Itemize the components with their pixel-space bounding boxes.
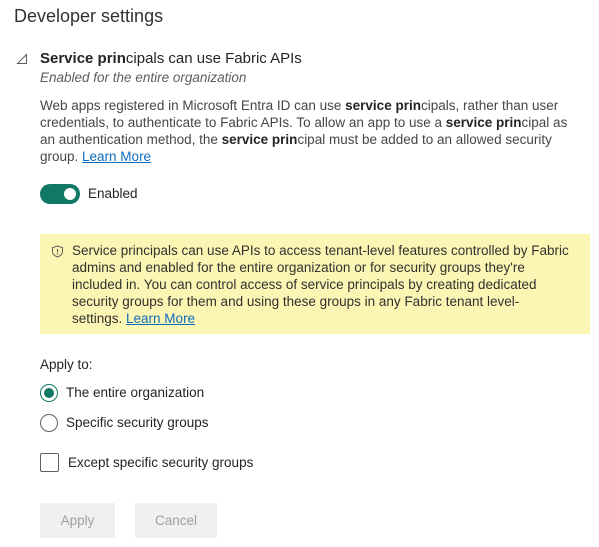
setting-description: Web apps registered in Microsoft Entra I… xyxy=(40,97,580,165)
setting-title-bold: Service prin xyxy=(40,50,126,67)
description-bold: service prin xyxy=(445,115,522,130)
description-text: cipal as xyxy=(521,115,568,130)
setting-title-rest: cipals can use Fabric APIs xyxy=(125,50,302,67)
description-text: cipal must be added to an allowed securi… xyxy=(297,132,552,147)
radio-entire-organization[interactable] xyxy=(40,384,58,402)
description-text: cipals, rather than user xyxy=(420,98,559,113)
description-text: Web apps registered in Microsoft Entra I… xyxy=(40,98,346,113)
section-title: Developer settings xyxy=(14,6,164,26)
warning-banner: Service principals can use APIs to acces… xyxy=(40,234,590,334)
toggle-knob xyxy=(64,188,76,200)
description-bold: service prin xyxy=(221,132,298,147)
description-line-2: credentials, to authenticate to Fabric A… xyxy=(40,114,580,131)
radio-selected-dot xyxy=(44,388,54,398)
warning-line: Service principals can use APIs to acces… xyxy=(72,243,569,258)
cancel-button[interactable]: Cancel xyxy=(135,503,217,538)
warning-line: security groups for them and using these… xyxy=(72,294,520,309)
description-text: credentials, to authenticate to Fabric A… xyxy=(40,115,446,130)
description-line-3: an authentication method, the service pr… xyxy=(40,131,580,148)
description-text: group. xyxy=(40,149,83,164)
warning-line: included in. You can control access of s… xyxy=(72,277,537,292)
collapse-triangle-icon[interactable] xyxy=(16,53,28,65)
warning-line-last: settings. Learn More xyxy=(72,310,584,327)
setting-title: Service principals can use Fabric APIs xyxy=(40,50,302,67)
description-text: an authentication method, the xyxy=(40,132,222,147)
description-bold: service prin xyxy=(345,98,421,113)
developer-settings-panel: Developer settings Service principals ca… xyxy=(0,0,599,547)
toggle-label: Enabled xyxy=(88,186,138,201)
apply-button[interactable]: Apply xyxy=(40,503,115,538)
setting-subtitle: Enabled for the entire organization xyxy=(40,70,247,85)
radio-label-specific-security-groups[interactable]: Specific security groups xyxy=(66,415,209,430)
learn-more-link[interactable]: Learn More xyxy=(82,149,151,164)
shield-icon xyxy=(52,245,63,258)
warning-text: Service principals can use APIs to acces… xyxy=(72,242,584,327)
radio-specific-security-groups[interactable] xyxy=(40,414,58,432)
radio-label-entire-organization[interactable]: The entire organization xyxy=(66,385,204,400)
warning-learn-more-link[interactable]: Learn More xyxy=(126,311,195,326)
description-line-4: group. Learn More xyxy=(40,148,580,165)
enabled-toggle[interactable] xyxy=(40,184,80,204)
apply-to-label: Apply to: xyxy=(40,357,93,372)
except-groups-checkbox[interactable] xyxy=(40,453,59,472)
description-line-1: Web apps registered in Microsoft Entra I… xyxy=(40,97,580,114)
except-groups-label[interactable]: Except specific security groups xyxy=(68,455,253,470)
warning-text-end: settings. xyxy=(72,311,127,326)
warning-line: admins and enabled for the entire organi… xyxy=(72,260,525,275)
